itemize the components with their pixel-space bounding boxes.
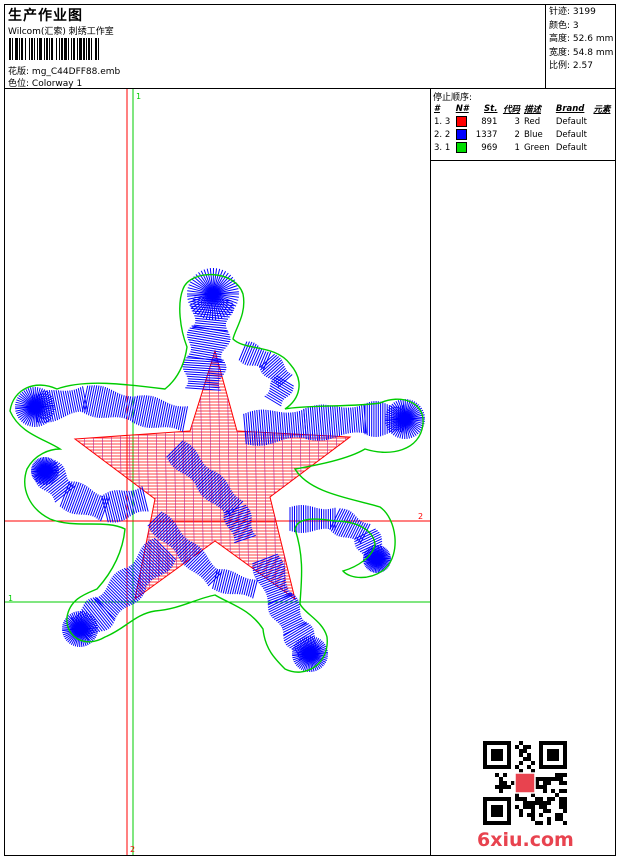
colorway-name: Colorway 1 bbox=[31, 79, 83, 89]
production-sheet: 生产作业图 Wilcom(汇索) 刺绣工作室 花版: mg_C44DFF88.e… bbox=[4, 4, 616, 856]
colorway-row: 色位: Colorway 1 bbox=[8, 76, 82, 89]
color-swatch-blue bbox=[455, 129, 467, 140]
table-row: 3. 1 969 1 Green Default bbox=[434, 142, 587, 153]
stat-stitches: 针迹: 3199 bbox=[549, 7, 596, 17]
stop-sequence-table: # N# St. 代码 描述 Brand 元素 1. 3 891 3 Red D… bbox=[432, 102, 614, 154]
qr-code-image bbox=[483, 741, 567, 825]
red-star-fill bbox=[73, 349, 352, 601]
embroidery-drawing: 1 2 2 1 bbox=[5, 89, 430, 855]
color-swatch-red bbox=[455, 116, 467, 127]
stat-colors: 颜色: 3 bbox=[549, 20, 579, 31]
col-needle: N# bbox=[455, 103, 469, 114]
stat-width: 宽度: 54.8 mm bbox=[549, 47, 614, 58]
sheet-title: 生产作业图 bbox=[8, 8, 83, 24]
stat-scale: 比例: 2.57 bbox=[549, 61, 593, 71]
green-v-top-label: 1 bbox=[136, 92, 141, 101]
design-canvas: 1 2 2 1 bbox=[5, 89, 431, 855]
col-brand: Brand bbox=[555, 103, 585, 114]
table-row: 1. 3 891 3 Red Default bbox=[434, 116, 587, 127]
colorway-label: 色位: bbox=[8, 79, 30, 89]
watermark-site: 6xiu.com bbox=[477, 829, 574, 851]
table-row: 2. 2 1337 2 Blue Default bbox=[434, 129, 587, 140]
col-element: 元素 bbox=[593, 104, 611, 115]
green-h-left-label: 1 bbox=[8, 594, 13, 603]
barcode bbox=[9, 38, 187, 60]
color-swatch-green bbox=[455, 142, 467, 153]
col-index: # bbox=[434, 103, 440, 114]
col-stitches: St. bbox=[484, 103, 498, 114]
studio-name: Wilcom(汇索) 刺绣工作室 bbox=[8, 27, 114, 37]
red-v-bottom-label: 2 bbox=[130, 845, 135, 854]
stop-sequence-panel: 停止顺序: # N# St. 代码 描述 Brand 元素 1. 3 891 3… bbox=[431, 89, 615, 855]
stop-table-header: # N# St. 代码 描述 Brand 元素 bbox=[432, 102, 614, 115]
red-h-right-label: 2 bbox=[418, 512, 423, 521]
col-code: 代码 bbox=[502, 104, 520, 115]
header: 生产作业图 Wilcom(汇索) 刺绣工作室 花版: mg_C44DFF88.e… bbox=[5, 5, 546, 89]
panel-divider bbox=[431, 160, 615, 161]
stat-height: 高度: 52.6 mm bbox=[549, 34, 614, 44]
design-stats: 针迹: 3199 颜色: 3 高度: 52.6 mm 宽度: 54.8 mm 比… bbox=[546, 5, 615, 89]
col-desc: 描述 bbox=[523, 104, 541, 115]
